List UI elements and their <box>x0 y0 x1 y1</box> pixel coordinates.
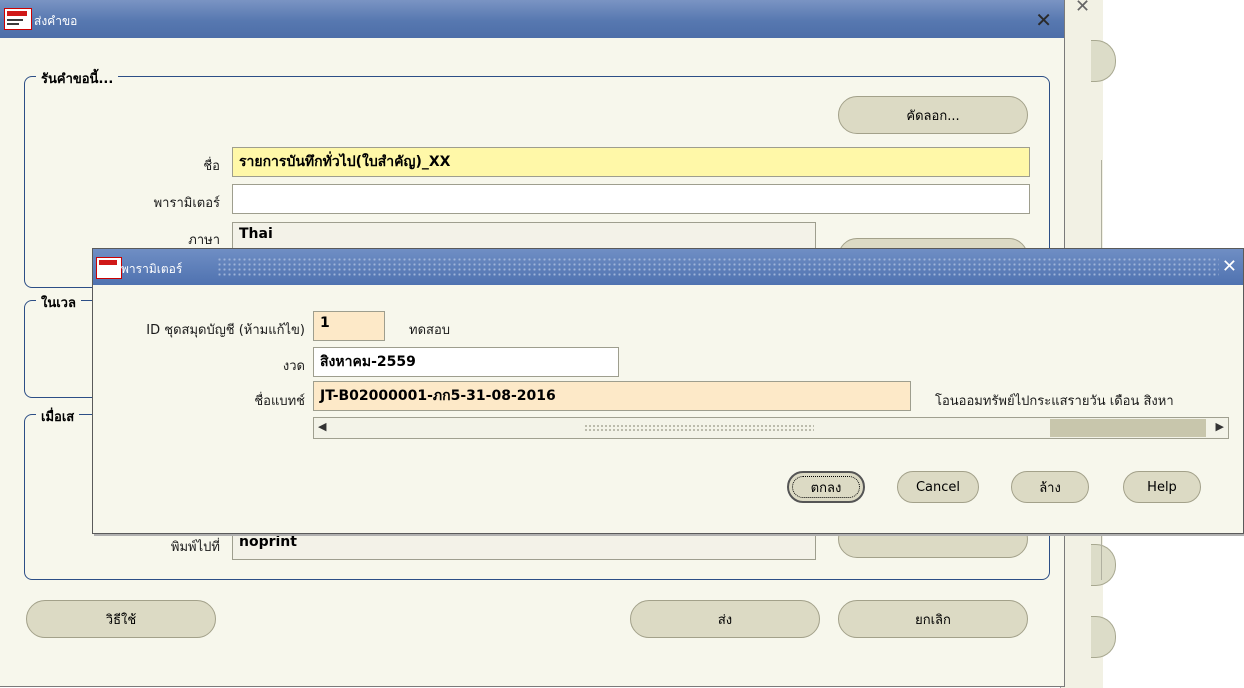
name-label: ชื่อ <box>203 159 220 174</box>
oracle-logo-icon <box>4 8 32 30</box>
clear-button[interactable]: ล้าง <box>1011 471 1089 503</box>
clear-button-label: ล้าง <box>1039 480 1061 496</box>
dialog-help-label: Help <box>1147 479 1177 495</box>
cancel-button[interactable]: ยกเลิก <box>838 600 1028 638</box>
batch-name-field[interactable]: JT-B02000001-ภก5-31-08-2016 <box>313 381 911 411</box>
print-to-label: พิมพ์ไปที่ <box>170 540 220 555</box>
copy-button[interactable]: คัดลอก... <box>838 96 1028 134</box>
submit-button[interactable]: ส่ง <box>630 600 820 638</box>
horizontal-scrollbar[interactable]: ◀ ▶ <box>313 417 1229 439</box>
titlebar-pattern <box>217 257 1219 277</box>
close-icon[interactable]: ✕ <box>1222 256 1237 277</box>
dialog-cancel-label: Cancel <box>915 479 961 495</box>
scroll-left-icon[interactable]: ◀ <box>318 420 326 433</box>
ledger-description: ทดสอบ <box>409 323 451 338</box>
window-titlebar: ส่งคำขอ ✕ <box>0 0 1064 38</box>
dialog-cancel-button[interactable]: Cancel <box>897 471 979 503</box>
parameters-field[interactable] <box>232 184 1030 214</box>
request-name-field[interactable]: รายการบันทึกทั่วไป(ใบสำคัญ)_XX <box>232 147 1030 177</box>
dialog-help-button[interactable]: Help <box>1123 471 1201 503</box>
schedule-legend: ในเวล <box>36 292 81 313</box>
close-icon: ✕ <box>1075 0 1091 17</box>
run-request-legend: รันคำขอนี้... <box>36 68 119 89</box>
dialog-title: พารามิเตอร์ <box>121 262 183 276</box>
upon-completion-legend: เมื่อเส <box>36 406 80 427</box>
period-label: งวด <box>282 359 305 374</box>
ok-button[interactable]: ตกลง <box>787 471 865 503</box>
background-button <box>1091 616 1116 658</box>
scroll-right-icon[interactable]: ▶ <box>1216 420 1224 433</box>
close-icon[interactable]: ✕ <box>1035 8 1052 32</box>
parameters-dialog: พารามิเตอร์ ✕ ID ชุดสมุดบัญชี (ห้ามแก้ไข… <box>92 248 1244 534</box>
batch-description: โอนออมทรัพย์ไปกระแสรายวัน เดือน สิงหา <box>935 394 1174 409</box>
scroll-grip <box>584 424 814 432</box>
scroll-thumb[interactable] <box>1050 419 1206 437</box>
ledger-id-field[interactable]: 1 <box>313 311 385 341</box>
period-field[interactable]: สิงหาคม-2559 <box>313 347 619 377</box>
help-button[interactable]: วิธีใช้ <box>26 600 216 638</box>
ok-button-label: ตกลง <box>810 480 842 496</box>
parameters-label: พารามิเตอร์ <box>153 196 220 211</box>
ledger-label: ID ชุดสมุดบัญชี (ห้ามแก้ไข) <box>146 323 305 338</box>
print-to-field[interactable]: noprint <box>232 530 816 560</box>
oracle-logo-icon <box>96 257 122 279</box>
language-label: ภาษา <box>188 233 220 248</box>
dialog-titlebar: พารามิเตอร์ ✕ <box>93 249 1243 285</box>
batch-name-label: ชื่อแบทช์ <box>254 394 305 409</box>
window-title: ส่งคำขอ <box>34 14 78 28</box>
background-button <box>1091 40 1116 82</box>
